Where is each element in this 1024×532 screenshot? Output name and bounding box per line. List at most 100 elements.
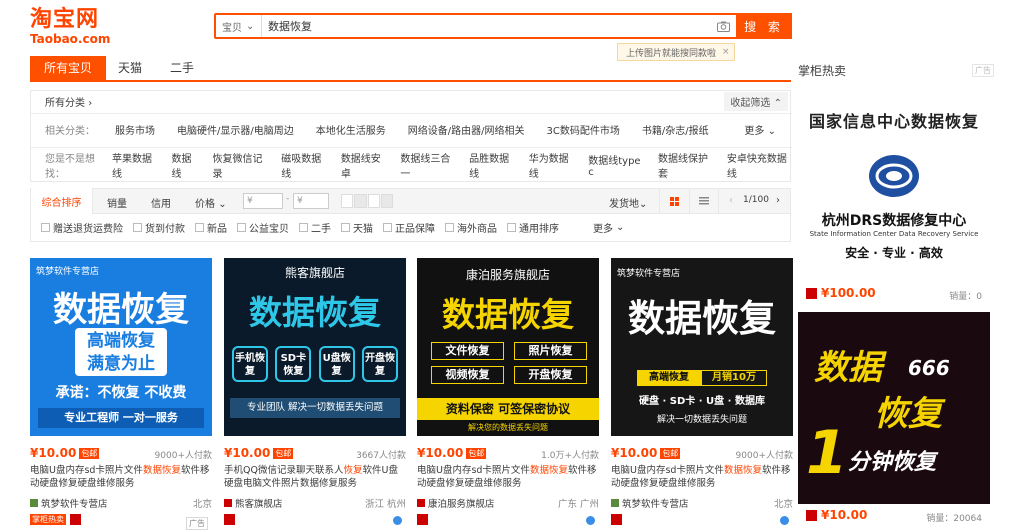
search-input[interactable] [262, 15, 710, 37]
option-checkbox[interactable]: 二手 [299, 220, 331, 235]
product-title[interactable]: 电脑U盘内存sd卡照片文件数据恢复软件移动硬盘修复硬盘维修服务 [30, 464, 212, 490]
info-icon[interactable] [780, 516, 789, 525]
product-image[interactable]: 熊客旗舰店 数据恢复 手机恢复 SD卡恢复 U盘恢复 开盘恢复 专业团队 解决一… [224, 258, 406, 436]
shop-link[interactable]: 筑梦软件专营店 [611, 496, 689, 510]
option-checkbox[interactable]: 公益宝贝 [237, 220, 289, 235]
option-checkbox[interactable]: 赠送退货运费险 [41, 220, 123, 235]
option-checkbox[interactable]: 货到付款 [133, 220, 185, 235]
tmall-icon [70, 514, 81, 525]
taobao-logo[interactable]: 淘宝网 Taobao.com [30, 8, 110, 47]
suggest-item[interactable]: 数据线保护套 [658, 150, 714, 180]
suggest-item[interactable]: 品胜数据线 [469, 150, 516, 180]
sort-credit[interactable]: 信用 [151, 195, 171, 210]
option-checkbox[interactable]: 正品保障 [383, 220, 435, 235]
suggest-item[interactable]: 华为数据线 [529, 150, 576, 180]
suggest-item[interactable]: 数据线 [172, 150, 200, 180]
related-item[interactable]: 网络设备/路由器/网络相关 [408, 122, 525, 137]
related-item[interactable]: 本地化生活服务 [316, 122, 386, 137]
promo-card[interactable]: 数据 666 恢复 1 分钟恢复 ¥10.00 销量：20064 [798, 312, 990, 532]
product-image[interactable]: 筑梦软件专营店 数据恢复 高端恢复 月销10万 硬盘 · SD卡 · U盘 · 数… [611, 258, 793, 436]
product-card[interactable]: 筑梦软件专营店 数据恢复 高端恢复 月销10万 硬盘 · SD卡 · U盘 · 数… [611, 258, 793, 528]
promo-price: ¥100.00 [806, 286, 876, 300]
filter-panel: 所有分类 › 收起筛选 ⌃ 相关分类： 服务市场 电脑硬件/显示器/电脑周边 本… [30, 90, 792, 182]
shop-link[interactable]: 康泊服务旗舰店 [417, 496, 495, 510]
promo-image[interactable]: 国家信息中心数据恢复 杭州DRS数据修复中心 State Information… [798, 88, 990, 278]
suggest-item[interactable]: 恢复微信记录 [212, 150, 268, 180]
list-view-icon[interactable] [689, 188, 719, 214]
chevron-right-icon: › [88, 97, 93, 109]
related-item[interactable]: 书籍/杂志/报纸 [642, 122, 709, 137]
more-options-button[interactable]: 更多 ⌄ [593, 220, 624, 235]
banner-store: 熊客旗舰店 [284, 266, 345, 280]
banner-footer: 专业工程师 一对一服务 [38, 408, 204, 428]
more-related-button[interactable]: 更多 ⌄ [744, 122, 776, 137]
suggest-item[interactable]: 磁吸数据线 [281, 150, 328, 180]
product-image[interactable]: 康泊服务旗舰店 数据恢复 文件恢复 照片恢复 视频恢复 开盘恢复 资料保密 可签… [417, 258, 599, 436]
option-checkbox[interactable]: 天猫 [341, 220, 373, 235]
sort-default[interactable]: 综合排序 [31, 188, 93, 214]
sort-sales[interactable]: 销量 [107, 195, 127, 210]
banner-store: 筑梦软件专营店 [36, 267, 100, 277]
checkbox-icon [41, 223, 50, 232]
price-max-input[interactable]: ¥ [293, 193, 329, 209]
info-icon[interactable] [393, 516, 402, 525]
promo-card[interactable]: 国家信息中心数据恢复 杭州DRS数据修复中心 State Information… [798, 88, 990, 302]
info-icon[interactable] [586, 516, 595, 525]
rail-title: 掌柜热卖 [798, 64, 847, 78]
sort-price[interactable]: 价格 ⌄ [195, 195, 227, 210]
product-title[interactable]: 电脑U盘内存sd卡照片文件数据恢复软件移动硬盘修复硬盘维修服务 [611, 464, 793, 490]
prev-page-icon[interactable]: ‹ [729, 195, 733, 206]
promo-price-value: ¥100.00 [821, 286, 876, 300]
options-row: 赠送退货运费险 货到付款 新品 公益宝贝 二手 天猫 正品保障 海外商品 通用排… [30, 214, 791, 242]
suggest-item[interactable]: 安卓快充数据线 [727, 150, 792, 180]
promo-sales: 销量：20064 [926, 514, 982, 524]
banner-title: 数据恢复 [53, 290, 189, 330]
store-badge-icon [806, 287, 817, 299]
camera-icon[interactable] [710, 15, 736, 37]
all-categories-link[interactable]: 所有分类 › [45, 94, 92, 109]
suggest-item[interactable]: 苹果数据线 [112, 150, 159, 180]
shop-link[interactable]: 筑梦软件专营店 [30, 496, 108, 510]
price-min-input[interactable]: ¥ [243, 193, 283, 209]
checkbox-icon [237, 223, 246, 232]
ad-label: 广告 [972, 64, 994, 77]
banner-chip: 视频恢复 [431, 366, 504, 384]
tab-second-hand[interactable]: 二手 [170, 56, 194, 80]
collapse-filters-button[interactable]: 收起筛选 ⌃ [724, 91, 788, 111]
option-checkbox[interactable]: 通用排序 [507, 220, 559, 235]
product-title[interactable]: 电脑U盘内存sd卡照片文件数据恢复软件移动硬盘修复硬盘维修服务 [417, 464, 599, 490]
grid-view-icon[interactable] [659, 188, 689, 214]
related-item[interactable]: 电脑硬件/显示器/电脑周边 [177, 122, 294, 137]
price-distribution-bar[interactable] [341, 194, 393, 208]
related-item[interactable]: 服务市场 [115, 122, 155, 137]
ad-label: 广告 [186, 517, 208, 530]
banner-chip: 手机恢复 [232, 346, 268, 382]
more-related-label: 更多 [744, 125, 765, 137]
product-price: ¥10.00 包邮 [417, 446, 487, 460]
product-title[interactable]: 手机QQ微信记录聊天联系人恢复软件U盘硬盘电脑文件照片数据修复服务 [224, 464, 406, 490]
promo-image[interactable]: 数据 666 恢复 1 分钟恢复 [798, 312, 990, 504]
suggest-item[interactable]: 数据线安卓 [341, 150, 388, 180]
search-button[interactable]: 搜 索 [736, 13, 792, 39]
suggest-item[interactable]: 数据线type c [588, 152, 645, 178]
option-label: 正品保障 [395, 224, 435, 235]
tab-tmall[interactable]: 天猫 [118, 56, 142, 80]
suggest-item[interactable]: 数据线三合一 [400, 150, 456, 180]
related-item[interactable]: 3C数码配件市场 [547, 122, 620, 137]
product-card[interactable]: 康泊服务旗舰店 数据恢复 文件恢复 照片恢复 视频恢复 开盘恢复 资料保密 可签… [417, 258, 599, 528]
search-scope-dropdown[interactable]: 宝贝 ⌄ [216, 15, 262, 37]
next-page-icon[interactable]: › [776, 195, 780, 206]
option-checkbox[interactable]: 新品 [195, 220, 227, 235]
product-card[interactable]: 熊客旗舰店 数据恢复 手机恢复 SD卡恢复 U盘恢复 开盘恢复 专业团队 解决一… [224, 258, 406, 528]
search-bar: 宝贝 ⌄ 搜 索 [214, 13, 792, 39]
product-location: 浙江 杭州 [364, 499, 406, 510]
banner-chips: 文件恢复 照片恢复 视频恢复 开盘恢复 [431, 342, 587, 384]
checkbox-icon [341, 223, 350, 232]
product-image[interactable]: 筑梦软件专营店 数据恢复 高端恢复 满意为止 承诺：不恢复 不收费 专业工程师 一… [30, 258, 212, 436]
option-checkbox[interactable]: 海外商品 [445, 220, 497, 235]
shop-link[interactable]: 熊客旗舰店 [224, 496, 283, 510]
ship-from-filter[interactable]: 发货地⌄ [609, 195, 647, 210]
promo-tagline: 安全 · 专业 · 高效 [845, 246, 943, 260]
tab-all-items[interactable]: 所有宝贝 [30, 56, 107, 80]
product-card[interactable]: 筑梦软件专营店 数据恢复 高端恢复 满意为止 承诺：不恢复 不收费 专业工程师 一… [30, 258, 212, 530]
